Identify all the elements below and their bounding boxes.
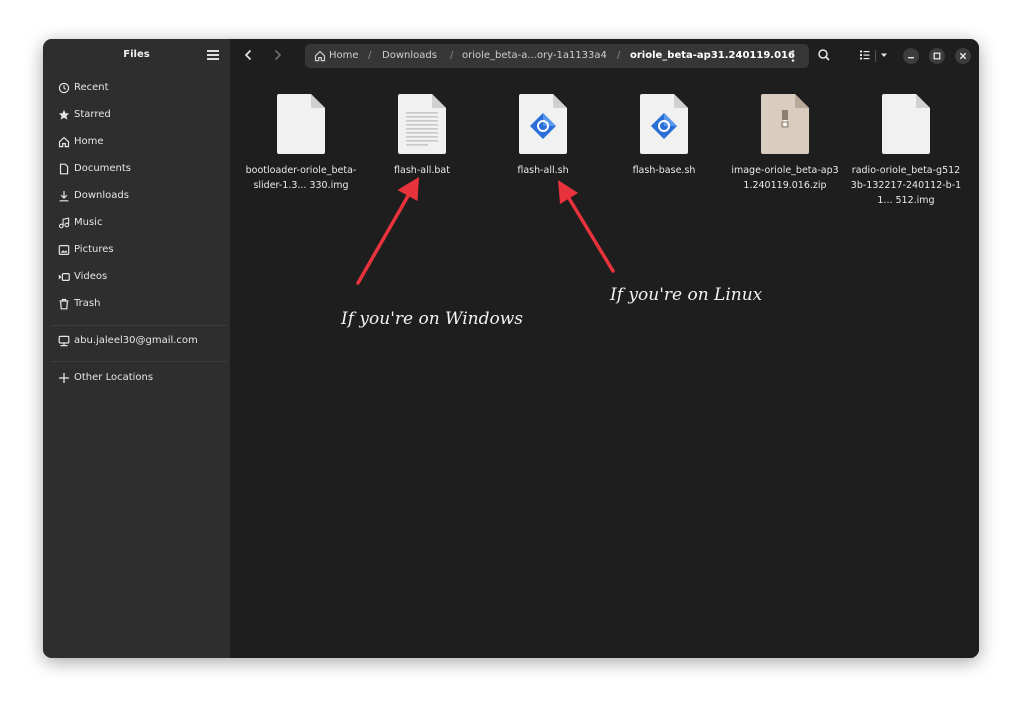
download-icon (59, 191, 69, 202)
sidebar-divider (51, 361, 228, 362)
sidebar-item-music[interactable]: Music (43, 213, 230, 235)
arrow-to-flash-all-bat (356, 177, 419, 285)
sidebar-item-label: Other Locations (74, 372, 154, 383)
sidebar-item-starred[interactable]: Starred (43, 105, 230, 127)
sidebar-item-label: Recent (74, 82, 109, 93)
sidebar-item-downloads[interactable]: Downloads (43, 186, 230, 208)
sidebar-item-label: Videos (74, 271, 108, 282)
sidebar-item-label: Trash (74, 298, 101, 309)
sidebar-item-documents[interactable]: Documents (43, 159, 230, 181)
annotation-arrows (356, 177, 615, 285)
sidebar-item-label: abu.jaleel30@gmail.com (74, 335, 198, 346)
sidebar-item-recent[interactable]: Recent (43, 78, 230, 100)
sidebar-item-videos[interactable]: Videos (43, 267, 230, 289)
main-menu-icon[interactable] (206, 47, 220, 61)
sidebar-item-label: Home (74, 136, 104, 147)
file-manager-window: Files Recent Starred Home Documents Down… (43, 39, 979, 658)
sidebar-item-label: Pictures (74, 244, 114, 255)
arrow-to-flash-all-sh (558, 180, 615, 273)
app-title: Files (123, 49, 150, 60)
clock-icon (58, 82, 70, 94)
sidebar-item-label: Music (74, 217, 103, 228)
sidebar-item-account[interactable]: abu.jaleel30@gmail.com (43, 331, 230, 353)
content-area: Home / Downloads / oriole_beta-a...ory-1… (230, 39, 979, 658)
sidebar-item-pictures[interactable]: Pictures (43, 240, 230, 262)
music-icon (58, 217, 70, 229)
sidebar-item-trash[interactable]: Trash (43, 294, 230, 316)
sidebar-item-label: Documents (74, 163, 132, 174)
network-drive-icon (58, 335, 70, 347)
trash-icon (59, 298, 69, 310)
home-icon (58, 136, 70, 148)
sidebar-item-label: Downloads (74, 190, 129, 201)
plus-icon (59, 373, 69, 383)
document-icon (59, 163, 69, 175)
picture-icon (58, 245, 70, 256)
video-icon (58, 272, 70, 282)
star-icon (58, 109, 70, 120)
sidebar-item-other-locations[interactable]: Other Locations (43, 368, 230, 390)
sidebar-header: Files (43, 39, 230, 72)
sidebar: Files Recent Starred Home Documents Down… (43, 39, 230, 658)
sidebar-divider (51, 325, 228, 326)
sidebar-item-label: Starred (74, 109, 111, 120)
sidebar-item-home[interactable]: Home (43, 132, 230, 154)
